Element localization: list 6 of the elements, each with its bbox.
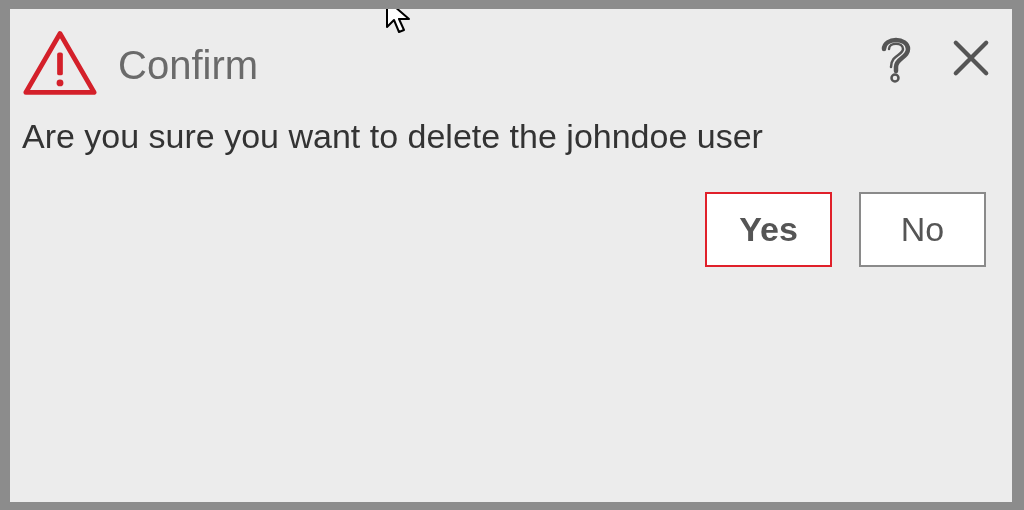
dialog-message: Are you sure you want to delete the johndoe user bbox=[22, 117, 764, 156]
close-icon[interactable] bbox=[952, 39, 990, 77]
no-button[interactable]: No bbox=[859, 192, 986, 267]
yes-button[interactable]: Yes bbox=[705, 192, 832, 267]
dialog-title: Confirm bbox=[118, 42, 259, 88]
warning-icon bbox=[22, 29, 98, 97]
